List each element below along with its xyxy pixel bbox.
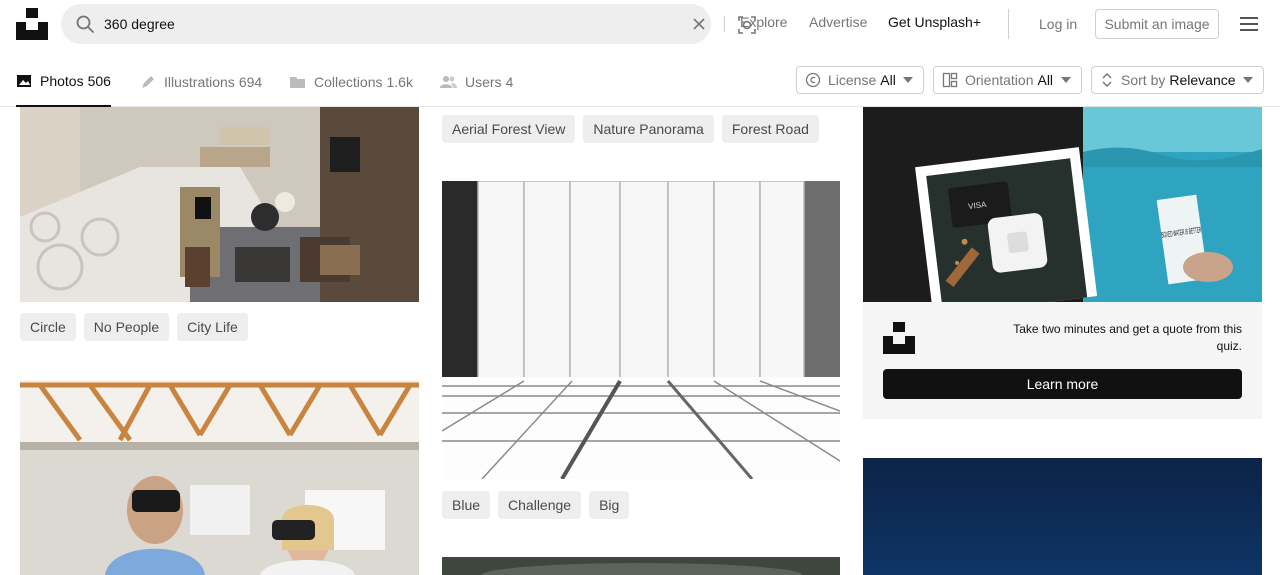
tag-city-life[interactable]: City Life bbox=[177, 313, 248, 341]
tag-big[interactable]: Big bbox=[589, 491, 630, 519]
search-tabs-bar: Photos 506 Illustrations 694 Collections… bbox=[0, 56, 1280, 107]
license-filter[interactable]: License All bbox=[796, 66, 924, 94]
search-bar bbox=[61, 4, 756, 44]
caret-down-icon bbox=[1243, 77, 1253, 83]
ad-description: Take two minutes and get a quote from th… bbox=[1013, 322, 1242, 353]
tab-label: Collections bbox=[314, 73, 383, 90]
tab-count: 4 bbox=[505, 73, 514, 90]
license-icon bbox=[805, 72, 821, 88]
tab-label: Users bbox=[465, 73, 502, 90]
unsplash-logo-icon[interactable] bbox=[16, 8, 48, 40]
login-link[interactable]: Log in bbox=[1039, 16, 1077, 32]
filter-label: Sort by bbox=[1121, 72, 1166, 88]
caret-down-icon bbox=[903, 77, 913, 83]
search-divider bbox=[724, 16, 725, 32]
learn-more-button[interactable]: Learn more bbox=[883, 369, 1242, 399]
tab-label: Illustrations bbox=[164, 73, 235, 90]
photo-icon bbox=[17, 74, 31, 87]
photo-tags: Aerial Forest View Nature Panorama Fores… bbox=[442, 115, 819, 143]
photo-night-sky[interactable] bbox=[863, 458, 1262, 575]
filter-label: Orientation bbox=[965, 72, 1034, 88]
photo-forest[interactable] bbox=[442, 557, 840, 575]
photo-white-room[interactable] bbox=[442, 181, 840, 479]
tab-photos[interactable]: Photos 506 bbox=[16, 56, 111, 107]
folder-icon bbox=[290, 76, 305, 88]
search-input[interactable] bbox=[104, 4, 664, 44]
users-icon bbox=[440, 75, 457, 88]
tab-users[interactable]: Users 4 bbox=[440, 56, 513, 107]
photo-living-room[interactable] bbox=[20, 107, 419, 302]
tab-count: 694 bbox=[238, 73, 263, 90]
tag-circle[interactable]: Circle bbox=[20, 313, 76, 341]
submit-image-button[interactable]: Submit an image bbox=[1095, 9, 1219, 39]
orientation-icon bbox=[942, 72, 958, 88]
sort-filter[interactable]: Sort by Relevance bbox=[1091, 66, 1264, 94]
header-divider bbox=[1008, 9, 1009, 39]
top-header: Explore Advertise Get Unsplash+ Log in S… bbox=[0, 0, 1280, 48]
clear-search-icon[interactable] bbox=[691, 16, 707, 32]
tag-forest-road[interactable]: Forest Road bbox=[721, 115, 819, 143]
photo-tags: Blue Challenge Big bbox=[442, 491, 630, 519]
tab-collections[interactable]: Collections 1.6k bbox=[289, 56, 413, 107]
filter-label: License bbox=[828, 72, 877, 88]
photo-tags: Circle No People City Life bbox=[20, 313, 248, 341]
filter-value: Relevance bbox=[1169, 72, 1236, 88]
tag-blue[interactable]: Blue bbox=[442, 491, 491, 519]
ad-collage-image: VISA BOXED WATER IS BETTER bbox=[863, 107, 1262, 302]
tab-count: 506 bbox=[87, 72, 111, 89]
ad-card[interactable]: VISA BOXED WATER IS BETTER Take two minu… bbox=[863, 107, 1262, 419]
filter-value: All bbox=[1037, 72, 1054, 88]
filter-value: All bbox=[880, 72, 896, 88]
caret-down-icon bbox=[1061, 77, 1071, 83]
get-unsplash-plus-link[interactable]: Get Unsplash+ bbox=[888, 14, 981, 30]
photo-vr-headsets[interactable] bbox=[20, 380, 419, 575]
tab-illustrations[interactable]: Illustrations 694 bbox=[140, 56, 262, 107]
tag-no-people[interactable]: No People bbox=[83, 313, 170, 341]
hamburger-menu-icon[interactable] bbox=[1239, 14, 1259, 34]
tag-challenge[interactable]: Challenge bbox=[498, 491, 582, 519]
tag-aerial-forest-view[interactable]: Aerial Forest View bbox=[442, 115, 576, 143]
tag-nature-panorama[interactable]: Nature Panorama bbox=[583, 115, 714, 143]
explore-link[interactable]: Explore bbox=[740, 14, 787, 30]
orientation-filter[interactable]: Orientation All bbox=[933, 66, 1082, 94]
tab-label: Photos bbox=[40, 72, 84, 89]
tab-count: 1.6k bbox=[386, 73, 413, 90]
advertise-link[interactable]: Advertise bbox=[809, 14, 867, 30]
unsplash-logo-icon bbox=[883, 322, 915, 354]
sort-icon bbox=[1102, 73, 1112, 87]
pen-icon bbox=[142, 75, 154, 88]
search-icon[interactable] bbox=[75, 14, 95, 34]
